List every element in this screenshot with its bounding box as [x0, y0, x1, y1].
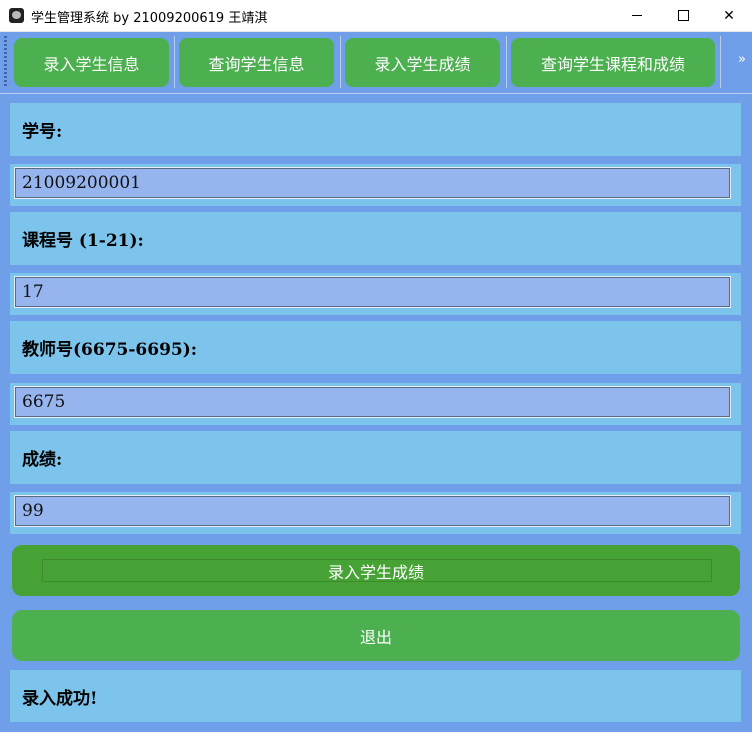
- teacher-label-bar: 教师号(6675-6695):: [10, 321, 741, 374]
- exit-label: 退出: [359, 627, 392, 647]
- student-id-input[interactable]: [14, 167, 731, 199]
- course-label-bar: 课程号 (1-21):: [10, 212, 741, 265]
- app-icon: [9, 8, 24, 23]
- score-input[interactable]: [14, 495, 731, 527]
- submit-score-button[interactable]: 录入学生成绩: [12, 545, 740, 596]
- student-id-field-wrap: [10, 164, 741, 206]
- close-button[interactable]: ✕: [706, 0, 752, 31]
- toolbar-separator: [340, 36, 341, 88]
- toolbar-query-course-score-button[interactable]: 查询学生课程和成绩: [511, 38, 715, 87]
- course-field-wrap: [10, 273, 741, 315]
- toolbar-add-score-button[interactable]: 录入学生成绩: [345, 38, 500, 87]
- exit-button[interactable]: 退出: [12, 610, 740, 661]
- score-label: 成绩:: [22, 450, 63, 470]
- title-bar: 学生管理系统 by 21009200619 王靖淇 ✕: [0, 0, 752, 32]
- maximize-icon: [677, 10, 689, 21]
- score-field-wrap: [10, 492, 741, 534]
- toolbar-separator: [174, 36, 175, 88]
- toolbar: 录入学生信息 查询学生信息 录入学生成绩 查询学生课程和成绩 »: [0, 32, 752, 94]
- focus-indicator: [42, 559, 712, 582]
- toolbar-overflow-icon[interactable]: »: [738, 52, 746, 67]
- window-title: 学生管理系统 by 21009200619 王靖淇: [31, 11, 268, 26]
- score-label-bar: 成绩:: [10, 431, 741, 484]
- minimize-icon: [632, 15, 642, 16]
- toolbar-grip[interactable]: [4, 36, 7, 88]
- toolbar-separator: [506, 36, 507, 88]
- status-message: 录入成功!: [22, 688, 98, 709]
- maximize-button[interactable]: [660, 0, 706, 31]
- teacher-field-wrap: [10, 383, 741, 425]
- student-id-label: 学号:: [22, 122, 63, 142]
- minimize-button[interactable]: [614, 0, 660, 31]
- course-input[interactable]: [14, 276, 731, 308]
- status-bar: 录入成功!: [10, 670, 741, 722]
- teacher-label: 教师号(6675-6695):: [22, 340, 198, 360]
- toolbar-separator: [720, 36, 721, 88]
- toolbar-query-student-button[interactable]: 查询学生信息: [179, 38, 334, 87]
- student-id-label-bar: 学号:: [10, 103, 741, 156]
- course-label: 课程号 (1-21):: [22, 231, 144, 251]
- toolbar-add-student-button[interactable]: 录入学生信息: [14, 38, 169, 87]
- teacher-input[interactable]: [14, 386, 731, 418]
- close-icon: ✕: [723, 7, 735, 24]
